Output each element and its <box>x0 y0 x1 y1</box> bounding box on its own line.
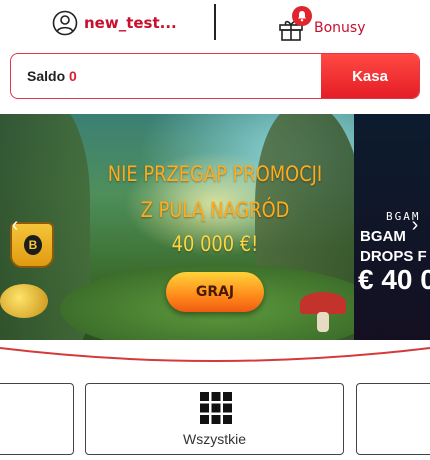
user-account[interactable]: new_test... <box>52 9 177 37</box>
category-tile-all[interactable]: Wszystkie <box>85 383 344 455</box>
cashier-button[interactable]: Kasa <box>321 54 419 98</box>
promo-banner[interactable]: B NIE PRZEGAP PROMOCJI Z PULĄ NAGRÓD 40 … <box>0 114 430 340</box>
next-slide-subtitle: DROPS F <box>360 248 427 265</box>
category-tile[interactable] <box>356 383 430 455</box>
category-label: Wszystkie <box>183 431 246 447</box>
header-divider <box>214 4 216 40</box>
bonus-label: Bonusy <box>314 20 366 36</box>
coins-illustration <box>0 284 48 318</box>
balance-label: Saldo <box>27 68 66 84</box>
bell-icon <box>298 11 306 22</box>
username: new_test... <box>84 14 177 32</box>
notification-badge[interactable] <box>292 6 312 26</box>
mushroom-stem <box>317 312 329 332</box>
gift-wrapper <box>278 6 312 42</box>
carousel-prev-icon[interactable]: ‹ <box>8 214 22 236</box>
balance-value: 0 <box>69 68 77 84</box>
category-tile[interactable] <box>0 383 74 455</box>
next-slide-amount: € 40 0 <box>358 264 430 295</box>
grid-icon <box>200 392 232 424</box>
banner-headline-2: Z PULĄ NAGRÓD <box>140 198 290 222</box>
next-slide-title: BGAM <box>360 228 406 245</box>
play-button[interactable]: GRAJ <box>166 272 264 312</box>
balance-box: Saldo 0 Kasa <box>10 53 420 99</box>
section-divider <box>0 347 430 362</box>
top-bar: new_test... Bonusy <box>0 0 430 44</box>
mushroom-illustration <box>300 292 346 314</box>
banner-headline-1: NIE PRZEGAP PROMOCJI <box>107 162 323 186</box>
carousel-next-icon[interactable]: › <box>408 214 422 236</box>
banner-prize-amount: 40 000 €! <box>171 232 259 256</box>
user-circle-icon <box>52 10 78 36</box>
bonus-button[interactable]: Bonusy <box>278 2 366 42</box>
